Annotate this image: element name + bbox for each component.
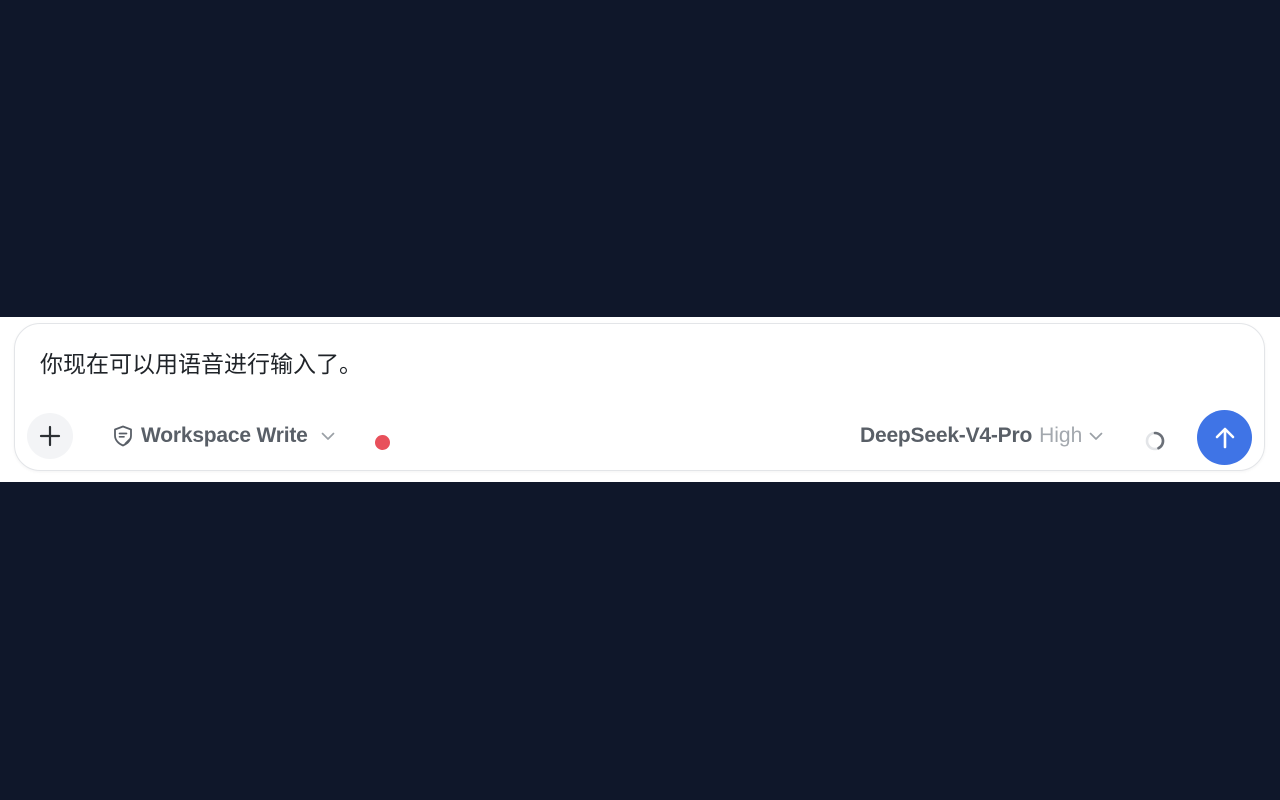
chevron-down-icon (320, 428, 336, 444)
reasoning-effort: High (1039, 424, 1083, 447)
arrow-up-icon (1215, 427, 1234, 448)
mode-selector[interactable]: Workspace Write (111, 422, 336, 450)
chevron-down-icon (1088, 428, 1104, 444)
send-button[interactable] (1197, 410, 1252, 465)
spinner-icon (1145, 431, 1165, 451)
plus-icon (39, 425, 61, 447)
add-attachment-button[interactable] (27, 413, 73, 459)
model-name: DeepSeek-V4-Pro (860, 424, 1033, 447)
mode-label: Workspace Write (141, 424, 308, 447)
recording-indicator (375, 435, 390, 450)
shield-edit-icon (114, 425, 132, 447)
composer-band: 你现在可以用语音进行输入了。 Workspace Write DeepSeek-… (0, 317, 1280, 482)
prompt-input[interactable]: 你现在可以用语音进行输入了。 (40, 348, 1220, 382)
model-selector[interactable]: DeepSeek-V4-Pro High (860, 422, 1104, 450)
chat-composer: 你现在可以用语音进行输入了。 Workspace Write DeepSeek-… (14, 323, 1265, 471)
